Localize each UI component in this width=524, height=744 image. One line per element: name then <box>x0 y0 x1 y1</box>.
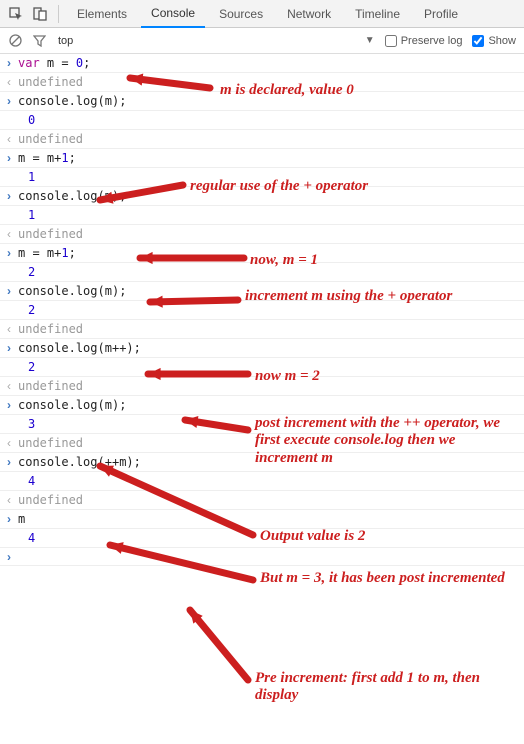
annotation-arrow <box>178 598 260 695</box>
console-row: undefined <box>0 73 524 92</box>
console-row: console.log(m); <box>0 396 524 415</box>
console-line-content: console.log(++m); <box>18 455 141 469</box>
input-marker-icon <box>4 189 14 203</box>
input-marker-icon <box>4 94 14 108</box>
preserve-log-checkbox[interactable] <box>385 35 397 47</box>
console-line-content: m <box>18 512 25 526</box>
console-row: undefined <box>0 491 524 510</box>
preserve-log-label: Preserve log <box>401 35 463 47</box>
console-row: var m = 0; <box>0 54 524 73</box>
console-row: console.log(m); <box>0 282 524 301</box>
console-line-content: undefined <box>18 132 83 146</box>
input-marker-icon <box>4 246 14 260</box>
console-line-content: console.log(m); <box>18 284 126 298</box>
annotation: Pre increment: first add 1 to m, then di… <box>255 670 515 705</box>
console-row: console.log(m); <box>0 92 524 111</box>
separator <box>58 5 59 23</box>
console-row: console.log(m); <box>0 187 524 206</box>
console-row: undefined <box>0 130 524 149</box>
chevron-down-icon[interactable]: ▼ <box>365 35 375 46</box>
console-row: 1 <box>0 206 524 225</box>
result-marker-icon <box>4 227 14 241</box>
console-row: undefined <box>0 434 524 453</box>
console-row: 0 <box>0 111 524 130</box>
console-toolbar: top ▼ Preserve log Show <box>0 28 524 54</box>
console-row: m <box>0 510 524 529</box>
result-marker-icon <box>4 132 14 146</box>
console-line-content: 3 <box>28 417 35 431</box>
console-row: 2 <box>0 301 524 320</box>
show-toggle[interactable]: Show <box>472 35 516 47</box>
console-line-content: console.log(m++); <box>18 341 141 355</box>
console-row <box>0 548 524 566</box>
context-selector[interactable]: top <box>58 35 73 47</box>
console-line-content: console.log(m); <box>18 398 126 412</box>
console-line-content: console.log(m); <box>18 189 126 203</box>
console-line-content: 2 <box>28 360 35 374</box>
console-row: 1 <box>0 168 524 187</box>
result-marker-icon <box>4 436 14 450</box>
inspect-icon[interactable] <box>6 4 26 24</box>
console-row: 3 <box>0 415 524 434</box>
console-row: console.log(++m); <box>0 453 524 472</box>
console-line-content: undefined <box>18 227 83 241</box>
result-marker-icon <box>4 379 14 393</box>
show-checkbox[interactable] <box>472 35 484 47</box>
console-row: m = m+1; <box>0 149 524 168</box>
devtools-tabbar: Elements Console Sources Network Timelin… <box>0 0 524 28</box>
console-line-content: 2 <box>28 265 35 279</box>
console-line-content: 1 <box>28 170 35 184</box>
tab-elements[interactable]: Elements <box>67 0 137 28</box>
console-row: 2 <box>0 358 524 377</box>
tab-console[interactable]: Console <box>141 0 205 28</box>
console-line-content: m = m+1; <box>18 246 76 260</box>
console-line-content: undefined <box>18 379 83 393</box>
console-line-content: m = m+1; <box>18 151 76 165</box>
console-line-content: 4 <box>28 531 35 545</box>
result-marker-icon <box>4 75 14 89</box>
console-line-content: undefined <box>18 322 83 336</box>
input-marker-icon <box>4 341 14 355</box>
annotation: But m = 3, it has been post incremented <box>260 570 510 587</box>
input-marker-icon <box>4 455 14 469</box>
show-label: Show <box>488 35 516 47</box>
console-row: undefined <box>0 320 524 339</box>
input-marker-icon <box>4 56 14 70</box>
input-marker-icon <box>4 284 14 298</box>
console-output[interactable]: var m = 0; undefined console.log(m); 0 undef… <box>0 54 524 566</box>
console-line-content: 0 <box>28 113 35 127</box>
preserve-log-toggle[interactable]: Preserve log <box>385 35 463 47</box>
console-line-content: undefined <box>18 436 83 450</box>
console-row: console.log(m++); <box>0 339 524 358</box>
input-marker-icon <box>4 151 14 165</box>
device-icon[interactable] <box>30 4 50 24</box>
console-row: 4 <box>0 472 524 491</box>
console-row: undefined <box>0 225 524 244</box>
console-line-content: undefined <box>18 75 83 89</box>
console-row: undefined <box>0 377 524 396</box>
tab-network[interactable]: Network <box>277 0 341 28</box>
filter-icon[interactable] <box>32 34 46 48</box>
console-line-content: var m = 0; <box>18 56 90 70</box>
tab-timeline[interactable]: Timeline <box>345 0 410 28</box>
result-marker-icon <box>4 493 14 507</box>
console-row: 4 <box>0 529 524 548</box>
tab-profiles[interactable]: Profile <box>414 0 468 28</box>
clear-console-icon[interactable] <box>8 34 22 48</box>
console-line-content: undefined <box>18 493 83 507</box>
console-row: 2 <box>0 263 524 282</box>
input-marker-icon <box>4 550 14 564</box>
console-row: m = m+1; <box>0 244 524 263</box>
input-marker-icon <box>4 512 14 526</box>
console-line-content: 2 <box>28 303 35 317</box>
input-marker-icon <box>4 398 14 412</box>
console-line-content: 4 <box>28 474 35 488</box>
tab-sources[interactable]: Sources <box>209 0 273 28</box>
result-marker-icon <box>4 322 14 336</box>
console-line-content: 1 <box>28 208 35 222</box>
console-line-content: console.log(m); <box>18 94 126 108</box>
